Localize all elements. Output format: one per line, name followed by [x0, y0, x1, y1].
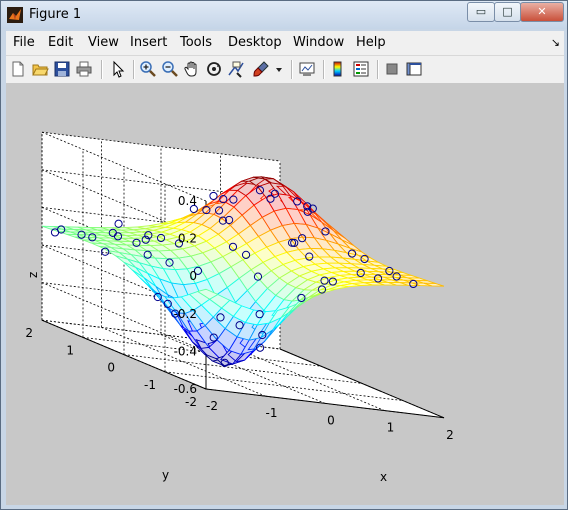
edit-plot-arrow-icon[interactable]: [109, 60, 127, 78]
y-tick-label: -2: [185, 395, 197, 409]
y-tick-label: 2: [25, 326, 33, 340]
menu-bar: File Edit View Insert Tools Desktop Wind…: [6, 31, 564, 56]
figure-toolbar: [6, 56, 564, 84]
z-tick-label: -0.4: [174, 344, 197, 358]
y-axis-label: y: [162, 468, 169, 482]
open-file-icon[interactable]: [31, 60, 49, 78]
show-plot-tools-icon[interactable]: [405, 60, 423, 78]
y-tick-label: 1: [66, 343, 74, 357]
toolbar-separator: [101, 60, 103, 79]
z-tick-label: 0.2: [178, 232, 197, 246]
zoom-out-icon[interactable]: [161, 60, 179, 78]
x-tick-label: 0: [327, 413, 335, 427]
pan-hand-icon[interactable]: [183, 60, 201, 78]
y-tick-label: -1: [144, 378, 156, 392]
x-tick-label: -1: [266, 406, 278, 420]
x-tick-label: 2: [446, 428, 454, 442]
menu-file[interactable]: File: [13, 35, 35, 50]
figure-window: Figure 1 ▭ □ ✕ File Edit View Insert Too…: [0, 0, 568, 510]
z-tick-label: -0.2: [174, 307, 197, 321]
z-tick-label: 0.4: [178, 194, 197, 208]
zoom-in-icon[interactable]: [139, 60, 157, 78]
data-cursor-icon[interactable]: [227, 60, 245, 78]
z-axis-label: z: [26, 272, 40, 278]
toolbar-separator: [133, 60, 135, 79]
brush-icon[interactable]: [252, 60, 270, 78]
x-axis-label: x: [380, 470, 387, 484]
menu-edit[interactable]: Edit: [48, 35, 73, 50]
menu-window[interactable]: Window: [293, 35, 344, 50]
toolbar-separator: [377, 60, 379, 79]
window-title: Figure 1: [29, 7, 82, 22]
new-figure-icon[interactable]: [9, 60, 27, 78]
toolbar-separator: [291, 60, 293, 79]
toolbar-separator: [323, 60, 325, 79]
x-tick-label: 1: [387, 421, 395, 435]
menu-view[interactable]: View: [88, 35, 119, 50]
rotate-3d-icon[interactable]: [205, 60, 223, 78]
title-bar[interactable]: Figure 1 ▭ □ ✕: [1, 1, 567, 29]
insert-legend-icon[interactable]: [352, 60, 370, 78]
print-icon[interactable]: [75, 60, 93, 78]
close-button[interactable]: ✕: [520, 2, 564, 22]
menu-insert[interactable]: Insert: [130, 35, 167, 50]
insert-colorbar-icon[interactable]: [329, 60, 347, 78]
figure-canvas[interactable]: -2 -1 0 1 2 -2 -1 0 1 2 -0.6 -0.4 -0.2 0 0.2 0.4 x y z: [6, 84, 564, 505]
menu-help[interactable]: Help: [356, 35, 386, 50]
dock-arrow-icon[interactable]: ↘: [551, 36, 560, 49]
z-tick-label: -0.6: [174, 382, 197, 396]
save-icon[interactable]: [53, 60, 71, 78]
link-plot-icon[interactable]: [298, 60, 316, 78]
hide-plot-tools-icon[interactable]: [383, 60, 401, 78]
menu-tools[interactable]: Tools: [180, 35, 212, 50]
minimize-button[interactable]: ▭: [467, 2, 495, 22]
surface-plot[interactable]: -2 -1 0 1 2 -2 -1 0 1 2 -0.6 -0.4 -0.2 0 0.2 0.4 x y z: [6, 84, 564, 505]
z-tick-label: 0: [189, 269, 197, 283]
menu-desktop[interactable]: Desktop: [228, 35, 282, 50]
y-tick-label: 0: [107, 361, 115, 375]
matlab-logo-icon: [7, 7, 23, 23]
maximize-button[interactable]: □: [494, 2, 521, 22]
brush-dropdown-icon[interactable]: [274, 60, 284, 78]
x-tick-label: -2: [206, 399, 218, 413]
